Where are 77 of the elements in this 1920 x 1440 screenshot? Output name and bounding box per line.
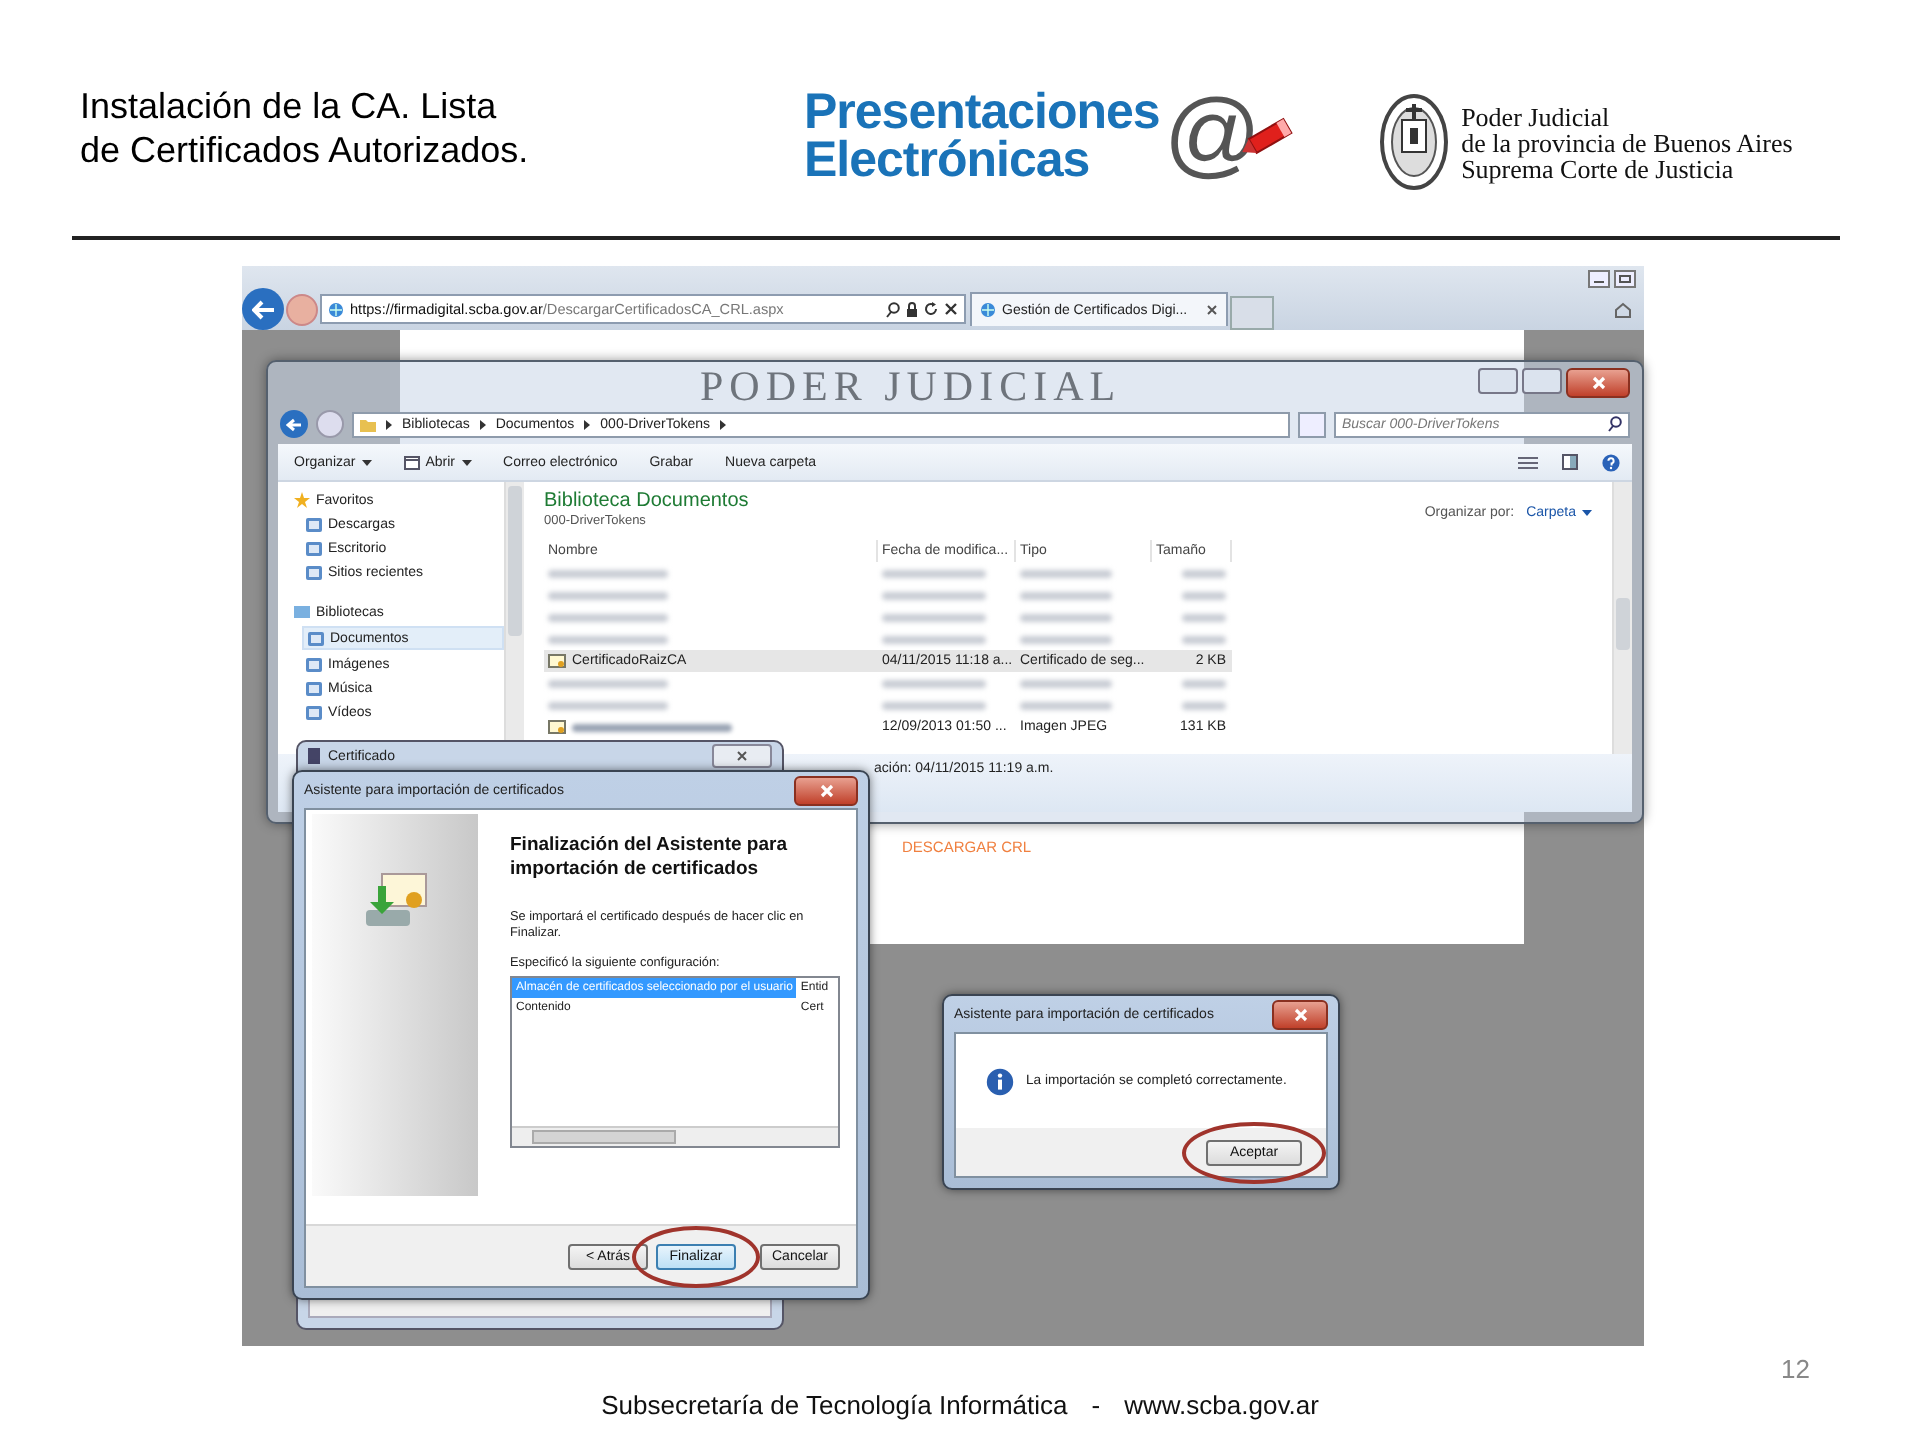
star-icon (294, 492, 310, 508)
close-icon (736, 750, 748, 762)
close-button[interactable] (1566, 368, 1630, 398)
slide-title: Instalación de la CA. Lista de Certificados Autorizados. (80, 84, 531, 172)
blurred-text (882, 679, 986, 687)
chevron-right-icon (584, 419, 591, 429)
forward-button[interactable] (286, 294, 318, 326)
court-seal-icon (1377, 92, 1450, 192)
website-url: www.scba.gov.ar (1124, 1390, 1319, 1420)
caret-down-icon (461, 459, 472, 465)
chevron-right-icon (479, 419, 486, 429)
page-number: 12 (1781, 1354, 1810, 1384)
forward-button[interactable] (316, 410, 344, 438)
blurred-text (1182, 569, 1226, 577)
blurred-text (882, 701, 986, 709)
close-icon (1206, 304, 1218, 316)
close-button[interactable] (712, 744, 772, 768)
separator-dash: - (1091, 1390, 1101, 1420)
close-icon (1293, 1007, 1307, 1021)
search-icon (1608, 416, 1622, 432)
certificate-icon (308, 748, 320, 764)
certificate-import-icon (361, 870, 429, 930)
new-tab-button[interactable] (1230, 296, 1274, 330)
back-arrow-icon (286, 417, 302, 431)
search-icon (886, 301, 900, 317)
wizard-heading: Finalización del Asistente para importación de certificados (510, 834, 790, 882)
blurred-text (1020, 591, 1112, 599)
help-icon (1602, 453, 1620, 471)
close-icon (819, 783, 833, 797)
refresh-button[interactable] (1298, 411, 1326, 437)
chevron-right-icon (386, 419, 392, 429)
window-icon (403, 455, 420, 469)
blurred-text (1182, 613, 1226, 621)
blurred-text (1020, 679, 1112, 687)
close-icon (944, 302, 958, 316)
library-icon (294, 604, 310, 620)
browser-globe-icon (328, 301, 344, 317)
view-icon (1518, 455, 1538, 469)
blurred-text (1020, 635, 1112, 643)
refresh-icon (924, 302, 938, 316)
maximize-button[interactable] (1522, 368, 1562, 394)
blurred-text (1020, 613, 1112, 621)
browser-globe-icon (980, 302, 996, 318)
blurred-text (882, 569, 986, 577)
blurred-text (1020, 701, 1112, 709)
blurred-text (882, 635, 986, 643)
court-name: Poder Judicial de la provincia de Buenos Aires Suprema Corte de Justicia (1461, 103, 1793, 181)
library-heading: Biblioteca Documentos (544, 490, 749, 512)
lock-icon (906, 301, 918, 317)
close-icon (1591, 376, 1605, 390)
blurred-text (882, 591, 986, 599)
back-arrow-icon (251, 299, 275, 319)
organization-name: Subsecretaría de Tecnología Informática (601, 1390, 1068, 1420)
blurred-text (1182, 635, 1226, 643)
caret-down-icon (361, 459, 372, 465)
home-icon (1614, 302, 1632, 318)
blurred-text (1182, 701, 1226, 709)
minimize-button[interactable] (1478, 368, 1518, 394)
folder-icon (360, 417, 376, 431)
caret-down-icon (1582, 510, 1592, 516)
close-button[interactable] (794, 775, 858, 805)
chevron-right-icon (720, 419, 727, 429)
back-button[interactable] (242, 288, 284, 330)
blurred-text (1182, 679, 1226, 687)
close-button[interactable] (1272, 999, 1328, 1029)
image-file-icon (548, 719, 566, 735)
preview-pane-icon (1562, 454, 1578, 470)
horizontal-scrollbar[interactable] (512, 1126, 838, 1146)
blurred-text (882, 613, 986, 621)
back-button[interactable] (280, 410, 308, 438)
blurred-text (1020, 569, 1112, 577)
site-title: PODER JUDICIAL (700, 362, 1122, 412)
certificate-file-icon (548, 653, 566, 669)
window-buttons-icon (1588, 270, 1636, 288)
info-icon (986, 1067, 1014, 1095)
blurred-text (1182, 591, 1226, 599)
scrollbar[interactable] (1612, 482, 1632, 754)
